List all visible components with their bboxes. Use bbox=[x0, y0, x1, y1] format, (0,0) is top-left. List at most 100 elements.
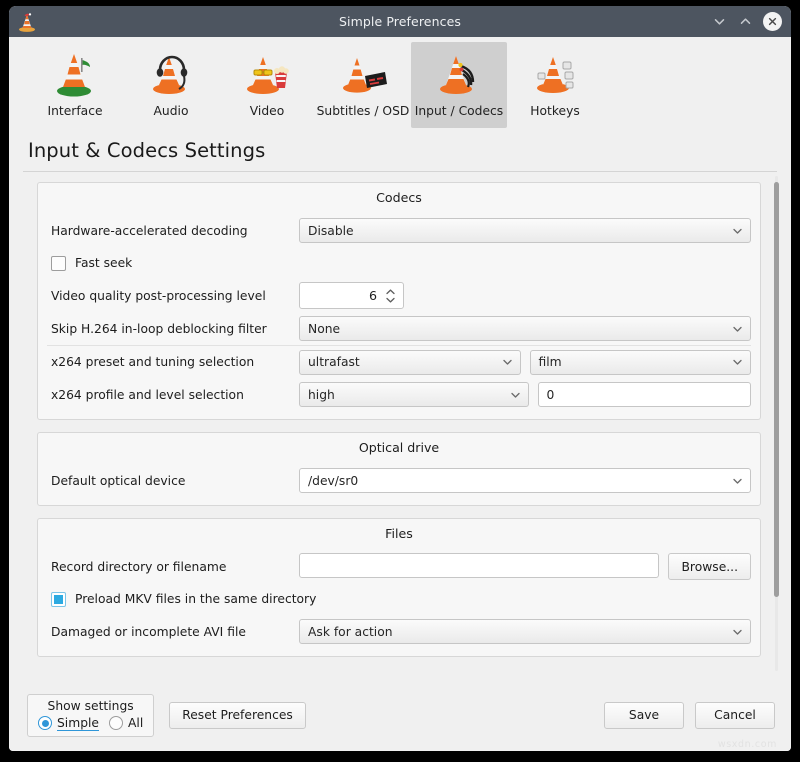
maximize-icon[interactable] bbox=[737, 13, 754, 30]
window-controls bbox=[711, 6, 782, 37]
x264-tuning-value: film bbox=[539, 355, 562, 369]
watermark: wsxdn.com bbox=[718, 739, 777, 750]
optical-drive-group-title: Optical drive bbox=[47, 433, 751, 464]
row-x264-preset: x264 preset and tuning selection ultrafa… bbox=[47, 345, 751, 378]
codecs-group-title: Codecs bbox=[47, 183, 751, 214]
chevron-down-icon bbox=[732, 626, 743, 637]
codecs-group: Codecs Hardware-accelerated decoding Dis… bbox=[37, 182, 761, 420]
x264-profile-select[interactable]: high bbox=[299, 382, 529, 407]
settings-scrollbar[interactable] bbox=[771, 176, 782, 671]
damaged-avi-select[interactable]: Ask for action bbox=[299, 619, 751, 644]
files-group-title: Files bbox=[47, 519, 751, 550]
chevron-down-icon bbox=[510, 389, 521, 400]
fast-seek-checkbox[interactable] bbox=[51, 256, 66, 271]
reset-preferences-button[interactable]: Reset Preferences bbox=[169, 702, 306, 729]
chevron-down-icon bbox=[732, 225, 743, 236]
radio-simple[interactable]: Simple bbox=[38, 716, 99, 731]
radio-simple-label: Simple bbox=[57, 716, 99, 731]
hardware-decoding-label: Hardware-accelerated decoding bbox=[47, 224, 299, 238]
x264-profile-label: x264 profile and level selection bbox=[47, 388, 299, 402]
x264-preset-select[interactable]: ultrafast bbox=[299, 350, 521, 375]
tab-input-codecs[interactable]: Input / Codecs bbox=[411, 42, 507, 128]
row-fast-seek[interactable]: Fast seek bbox=[47, 247, 751, 279]
window-title: Simple Preferences bbox=[9, 14, 791, 29]
preload-mkv-label: Preload MKV files in the same directory bbox=[75, 592, 316, 606]
default-optical-device-label: Default optical device bbox=[47, 474, 299, 488]
x264-preset-value: ultrafast bbox=[308, 355, 360, 369]
default-optical-device-value: /dev/sr0 bbox=[308, 474, 358, 488]
preload-mkv-checkbox[interactable] bbox=[51, 592, 66, 607]
tab-subtitles-osd[interactable]: Subtitles / OSD bbox=[315, 42, 411, 128]
tab-audio[interactable]: Audio bbox=[123, 42, 219, 128]
radio-all[interactable]: All bbox=[109, 716, 143, 730]
settings-content: Codecs Hardware-accelerated decoding Dis… bbox=[37, 182, 761, 669]
chevron-down-icon bbox=[732, 475, 743, 486]
vlc-cone-cables-icon bbox=[431, 48, 487, 100]
category-toolbar: Interface Audio bbox=[9, 37, 791, 137]
tab-video-label: Video bbox=[250, 104, 284, 118]
vlc-cone-subtitle-icon bbox=[335, 48, 391, 100]
record-directory-label: Record directory or filename bbox=[47, 560, 299, 574]
row-x264-profile: x264 profile and level selection high 0 bbox=[47, 378, 751, 411]
files-group: Files Record directory or filename Brows… bbox=[37, 518, 761, 657]
fast-seek-label: Fast seek bbox=[75, 256, 132, 270]
chevron-down-icon bbox=[502, 357, 513, 368]
title-bar: Simple Preferences bbox=[9, 6, 791, 37]
preferences-window: Simple Preferences bbox=[9, 6, 791, 751]
tab-audio-label: Audio bbox=[154, 104, 189, 118]
dialog-footer: Show settings Simple All Reset Preferenc… bbox=[9, 679, 791, 751]
save-button[interactable]: Save bbox=[604, 702, 684, 729]
row-record-directory: Record directory or filename Browse... bbox=[47, 550, 751, 583]
vlc-cone-keys-icon bbox=[527, 48, 583, 100]
vlc-cone-headphones-icon bbox=[143, 48, 199, 100]
damaged-avi-value: Ask for action bbox=[308, 625, 393, 639]
tab-hotkeys[interactable]: Hotkeys bbox=[507, 42, 603, 128]
x264-tuning-select[interactable]: film bbox=[530, 350, 752, 375]
stepper-arrows[interactable] bbox=[385, 288, 396, 303]
hardware-decoding-value: Disable bbox=[308, 224, 354, 238]
chevron-down-icon bbox=[732, 357, 743, 368]
deblocking-filter-select[interactable]: None bbox=[299, 316, 751, 341]
row-hardware-decoding: Hardware-accelerated decoding Disable bbox=[47, 214, 751, 247]
cancel-button[interactable]: Cancel bbox=[695, 702, 775, 729]
tab-video[interactable]: Video bbox=[219, 42, 315, 128]
radio-all-indicator[interactable] bbox=[109, 716, 123, 730]
show-settings-group: Show settings Simple All bbox=[27, 694, 154, 737]
checkbox-fill bbox=[54, 595, 63, 604]
postprocessing-label: Video quality post-processing level bbox=[47, 289, 299, 303]
show-settings-radios: Simple All bbox=[38, 716, 143, 731]
x264-level-value: 0 bbox=[547, 388, 555, 402]
row-preload-mkv[interactable]: Preload MKV files in the same directory bbox=[47, 583, 751, 615]
optical-drive-group: Optical drive Default optical device /de… bbox=[37, 432, 761, 506]
x264-preset-label: x264 preset and tuning selection bbox=[47, 355, 299, 369]
damaged-avi-label: Damaged or incomplete AVI file bbox=[47, 625, 299, 639]
radio-all-label: All bbox=[128, 716, 143, 730]
page-title: Input & Codecs Settings bbox=[9, 137, 791, 171]
scrollbar-thumb[interactable] bbox=[774, 182, 779, 597]
tab-interface-label: Interface bbox=[47, 104, 102, 118]
show-settings-label: Show settings bbox=[48, 699, 134, 713]
tab-input-codecs-label: Input / Codecs bbox=[415, 104, 503, 118]
postprocessing-stepper[interactable]: 6 bbox=[299, 282, 404, 309]
record-directory-input[interactable] bbox=[299, 553, 659, 578]
vlc-cone-interface-icon bbox=[47, 48, 103, 100]
row-damaged-avi: Damaged or incomplete AVI file Ask for a… bbox=[47, 615, 751, 648]
row-deblocking-filter: Skip H.264 in-loop deblocking filter Non… bbox=[47, 312, 751, 345]
tab-hotkeys-label: Hotkeys bbox=[530, 104, 580, 118]
postprocessing-value: 6 bbox=[369, 288, 377, 303]
x264-level-input[interactable]: 0 bbox=[538, 382, 752, 407]
x264-profile-value: high bbox=[308, 388, 335, 402]
minimize-icon[interactable] bbox=[711, 13, 728, 30]
radio-dot bbox=[42, 720, 49, 727]
radio-simple-indicator[interactable] bbox=[38, 716, 52, 730]
browse-button[interactable]: Browse... bbox=[668, 553, 751, 580]
default-optical-device-combo[interactable]: /dev/sr0 bbox=[299, 468, 751, 493]
footer-actions: Save Cancel bbox=[604, 702, 775, 729]
deblocking-filter-value: None bbox=[308, 322, 340, 336]
close-icon[interactable] bbox=[763, 12, 782, 31]
vlc-cone-glasses-popcorn-icon bbox=[239, 48, 295, 100]
tab-subtitles-osd-label: Subtitles / OSD bbox=[317, 104, 410, 118]
tab-interface[interactable]: Interface bbox=[27, 42, 123, 128]
hardware-decoding-select[interactable]: Disable bbox=[299, 218, 751, 243]
vlc-cone-santa-icon bbox=[16, 11, 38, 33]
